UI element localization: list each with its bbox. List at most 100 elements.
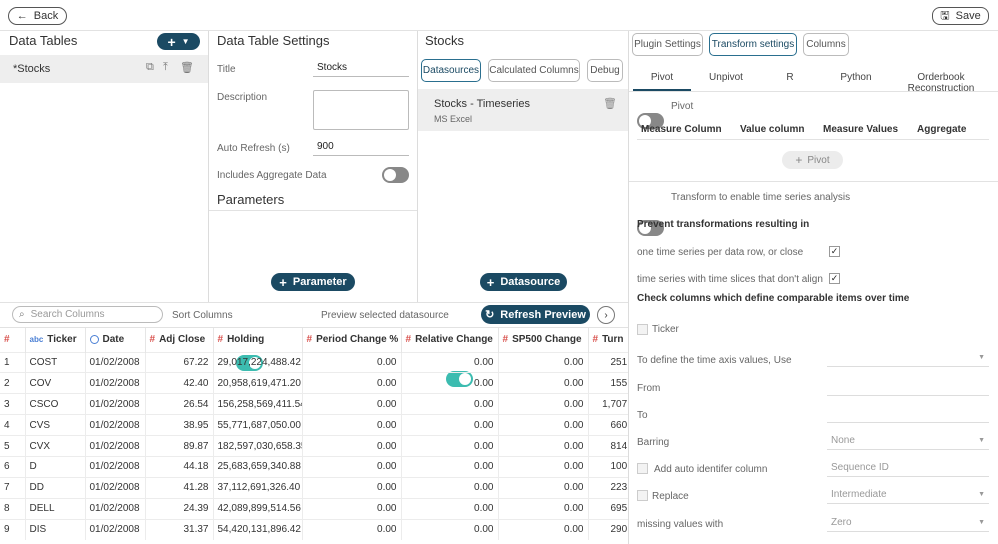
- description-textarea[interactable]: [313, 90, 409, 130]
- table-cell: 0.00: [401, 372, 499, 394]
- top-bar: [0, 0, 998, 31]
- description-label: Description: [217, 92, 268, 103]
- table-cell: 0.00: [498, 351, 589, 373]
- chevron-down-icon: ▼: [181, 37, 190, 46]
- tab-plugin-settings[interactable]: Plugin Settings: [632, 33, 703, 56]
- subtab-unpivot[interactable]: Unpivot: [698, 72, 754, 83]
- divider: [629, 91, 998, 92]
- to-label: To: [637, 410, 648, 421]
- prevent-1-checkbox[interactable]: ✓: [829, 246, 840, 257]
- table-cell: 41.28: [145, 476, 214, 499]
- subtab-python[interactable]: Python: [828, 72, 884, 83]
- subtab-pivot[interactable]: Pivot: [633, 72, 691, 83]
- barring-label: Barring: [637, 437, 670, 448]
- clock-icon: [89, 335, 99, 345]
- col-header-period-change[interactable]: # Period Change %: [302, 328, 402, 352]
- aggregate-toggle[interactable]: [382, 167, 409, 183]
- table-cell: 1,707,5: [588, 393, 628, 415]
- table-cell: 01/02/2008: [85, 497, 146, 520]
- datasource-type: MS Excel: [434, 114, 473, 124]
- col-header-turn[interactable]: # Turn: [588, 328, 628, 352]
- divider: [208, 31, 209, 303]
- col-header-adj-close[interactable]: # Adj Close: [145, 328, 214, 352]
- title-input[interactable]: Stocks: [313, 60, 409, 77]
- table-cell: 0.00: [302, 518, 402, 541]
- auto-id-checkbox[interactable]: [637, 463, 648, 474]
- add-pivot-button[interactable]: + Pivot: [782, 151, 843, 169]
- upload-icon[interactable]: ⤒: [163, 61, 168, 74]
- table-cell: 290,7: [588, 518, 628, 541]
- divider: [637, 139, 989, 140]
- chevron-right-icon[interactable]: ›: [597, 306, 615, 324]
- prevent-2-checkbox[interactable]: ✓: [829, 273, 840, 284]
- table-cell: 26.54: [145, 393, 214, 415]
- parameters-title: Parameters: [217, 192, 285, 207]
- trash-icon[interactable]: 🗑: [180, 61, 194, 74]
- table-cell: 0.00: [302, 372, 402, 394]
- auto-refresh-input[interactable]: 900: [313, 139, 409, 156]
- tab-debug[interactable]: Debug: [587, 59, 623, 82]
- add-datasource-button[interactable]: + Datasource: [480, 273, 567, 291]
- ticker-checkbox[interactable]: [637, 324, 648, 335]
- table-cell: 0.00: [498, 393, 589, 415]
- number-type-icon: #: [217, 334, 224, 346]
- datasource-item[interactable]: Stocks - Timeseries MS Excel 🗑: [418, 89, 628, 131]
- missing-dropdown[interactable]: Zero ▼: [827, 514, 989, 532]
- refresh-preview-button[interactable]: ↻ Refresh Preview: [481, 305, 590, 324]
- col-header-sp500-change[interactable]: # SP500 Change: [498, 328, 589, 352]
- col-header-ticker[interactable]: abc Ticker: [25, 328, 86, 352]
- time-axis-label: To define the time axis values, Use: [637, 355, 792, 366]
- col-header-index[interactable]: #: [0, 328, 26, 352]
- auto-id-input[interactable]: Sequence ID: [827, 459, 989, 477]
- table-row: 7 DD 01/02/2008 41.28 37,112,691,326.40 0.00 0…: [0, 476, 628, 499]
- plus-icon: +: [279, 274, 287, 290]
- barring-dropdown[interactable]: None ▼: [827, 432, 989, 450]
- col-header-date[interactable]: Date: [85, 328, 146, 352]
- table-cell: CVX: [25, 435, 86, 457]
- back-button[interactable]: ← Back: [8, 7, 67, 25]
- add-table-button[interactable]: + ▼: [157, 33, 200, 50]
- prevent-1-label: one time series per data row, or close: [637, 247, 804, 258]
- table-cell: 55,771,687,050.00: [213, 414, 303, 436]
- sort-columns-label: Sort Columns: [172, 310, 233, 321]
- replace-dropdown[interactable]: Intermediate ▼: [827, 486, 989, 504]
- subtab-r[interactable]: R: [770, 72, 810, 83]
- check-columns-title: Check columns which define comparable it…: [637, 293, 910, 304]
- tab-columns[interactable]: Columns: [803, 33, 849, 56]
- search-input[interactable]: Search Columns: [31, 309, 105, 320]
- preview-table-container: # abc Ticker Date # Adj Close # Holding # Pe…: [0, 327, 628, 544]
- pivot-col-value: Value column: [740, 124, 805, 135]
- table-item-label: *Stocks: [13, 63, 51, 75]
- pivot-col-measure-values: Measure Values: [823, 124, 899, 135]
- table-cell: 1: [0, 351, 26, 373]
- divider: [0, 302, 628, 303]
- tab-calculated-columns[interactable]: Calculated Columns: [488, 59, 580, 82]
- divider: [209, 210, 418, 211]
- save-button[interactable]: 🖫 Save: [932, 7, 989, 25]
- auto-refresh-label: Auto Refresh (s): [217, 143, 290, 154]
- add-parameter-button[interactable]: + Parameter: [271, 273, 355, 291]
- table-cell: 0.00: [302, 476, 402, 499]
- from-input[interactable]: [827, 378, 989, 396]
- table-cell: 67.22: [145, 351, 214, 373]
- col-header-holding[interactable]: # Holding: [213, 328, 303, 352]
- copy-icon[interactable]: ⧉: [146, 61, 154, 74]
- tab-datasources[interactable]: Datasources: [421, 59, 481, 82]
- table-cell: 0.00: [401, 435, 499, 457]
- search-columns-field[interactable]: ⌕ Search Columns: [12, 306, 163, 323]
- tab-transform-settings[interactable]: Transform settings: [709, 33, 797, 56]
- settings-title: Data Table Settings: [217, 33, 330, 48]
- col-header-relative-change[interactable]: # Relative Change: [401, 328, 499, 352]
- chevron-down-icon: ▼: [978, 491, 985, 498]
- table-cell: 0.00: [498, 518, 589, 541]
- table-cell: D: [25, 455, 86, 478]
- trash-icon[interactable]: 🗑: [603, 97, 617, 110]
- to-input[interactable]: [827, 405, 989, 423]
- chevron-down-icon: ▼: [978, 354, 985, 361]
- data-tables-title: Data Tables: [9, 33, 78, 48]
- time-axis-dropdown[interactable]: ▼: [827, 349, 989, 367]
- table-cell: 01/02/2008: [85, 372, 146, 394]
- table-item[interactable]: *Stocks ⧉ ⤒ 🗑: [0, 55, 208, 83]
- table-cell: 42.40: [145, 372, 214, 394]
- replace-checkbox[interactable]: [637, 490, 648, 501]
